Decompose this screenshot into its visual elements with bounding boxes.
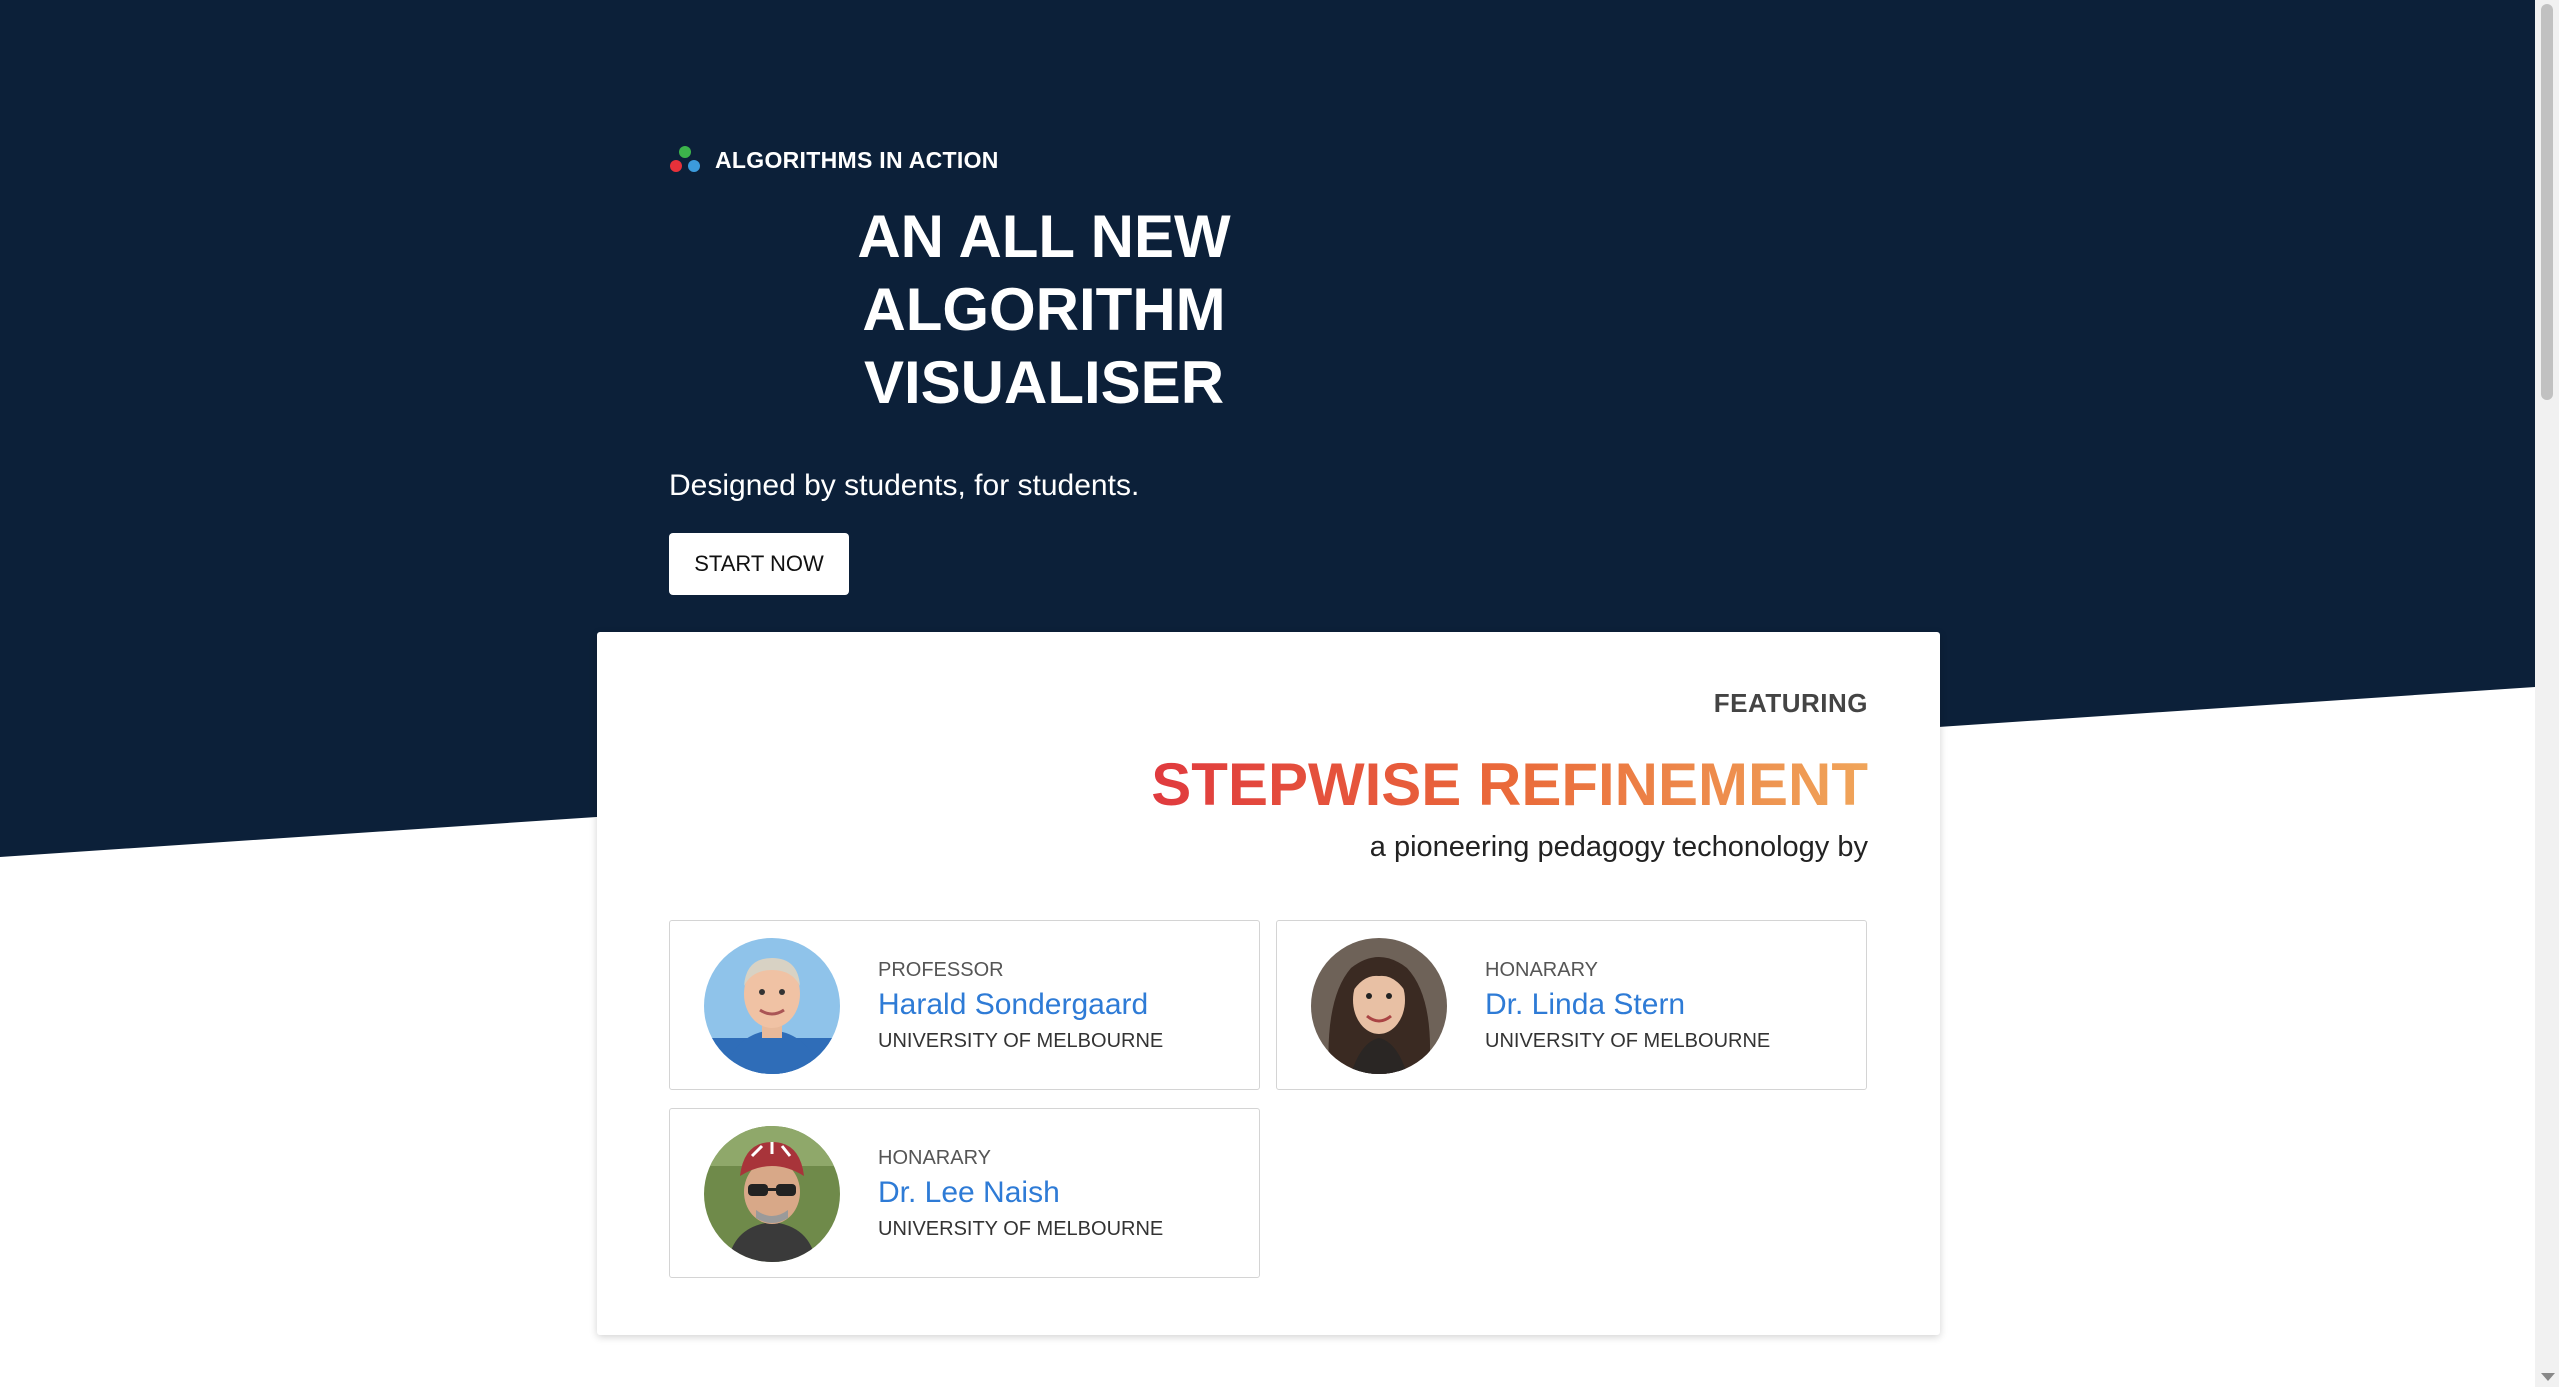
person-info: HONARARY Dr. Lee Naish UNIVERSITY OF MEL… bbox=[878, 1147, 1163, 1241]
person-info: PROFESSOR Harald Sondergaard UNIVERSITY … bbox=[878, 959, 1163, 1053]
photo-linda-stern bbox=[1311, 938, 1447, 1074]
stepwise-refinement-title: STEPWISE REFINEMENT bbox=[1151, 751, 1868, 818]
scrollbar-thumb[interactable] bbox=[2541, 4, 2553, 400]
person-name-link[interactable]: Dr. Linda Stern bbox=[1485, 988, 1770, 1022]
person-card-harald-sondergaard: PROFESSOR Harald Sondergaard UNIVERSITY … bbox=[669, 920, 1260, 1090]
featuring-label: FEATURING bbox=[1713, 688, 1868, 718]
person-name-link[interactable]: Harald Sondergaard bbox=[878, 988, 1163, 1022]
person-role: HONARARY bbox=[878, 1147, 991, 1169]
hero-title: AN ALL NEW ALGORITHM VISUALISER bbox=[669, 200, 1419, 419]
three-dots-logo-icon bbox=[670, 146, 700, 172]
person-info: HONARARY Dr. Linda Stern UNIVERSITY OF M… bbox=[1485, 959, 1770, 1053]
person-affiliation: UNIVERSITY OF MELBOURNE bbox=[878, 1030, 1164, 1052]
hero-title-line-1: AN ALL NEW ALGORITHM bbox=[857, 203, 1231, 343]
hero-section: ALGORITHMS IN ACTION AN ALL NEW ALGORITH… bbox=[669, 140, 1569, 595]
brand[interactable]: ALGORITHMS IN ACTION bbox=[669, 140, 1569, 180]
photo-harald-sondergaard bbox=[704, 938, 840, 1074]
person-affiliation: UNIVERSITY OF MELBOURNE bbox=[1485, 1030, 1771, 1052]
person-card-linda-stern: HONARARY Dr. Linda Stern UNIVERSITY OF M… bbox=[1276, 920, 1867, 1090]
brand-name: ALGORITHMS IN ACTION bbox=[715, 146, 999, 173]
hero-title-line-2: VISUALISER bbox=[863, 349, 1225, 416]
hero-subtitle: Designed by students, for students. bbox=[669, 469, 1140, 502]
featured-card: FEATURING STEPWISE REFINEMENT a pioneeri… bbox=[597, 632, 1940, 1335]
avatar bbox=[704, 1126, 840, 1262]
featured-subtitle: a pioneering pedagogy techonology by bbox=[1369, 831, 1868, 863]
photo-lee-naish bbox=[704, 1126, 840, 1262]
person-role: HONARARY bbox=[1485, 959, 1598, 981]
start-now-button[interactable]: START NOW bbox=[669, 533, 849, 595]
avatar bbox=[1311, 938, 1447, 1074]
person-affiliation: UNIVERSITY OF MELBOURNE bbox=[878, 1218, 1164, 1240]
person-card-lee-naish: HONARARY Dr. Lee Naish UNIVERSITY OF MEL… bbox=[669, 1108, 1260, 1278]
avatar bbox=[704, 938, 840, 1074]
page-scrollbar[interactable] bbox=[2535, 0, 2559, 1387]
person-name-link[interactable]: Dr. Lee Naish bbox=[878, 1176, 1163, 1210]
scroll-down-arrow-icon[interactable] bbox=[2541, 1373, 2555, 1381]
person-role: PROFESSOR bbox=[878, 959, 1004, 981]
